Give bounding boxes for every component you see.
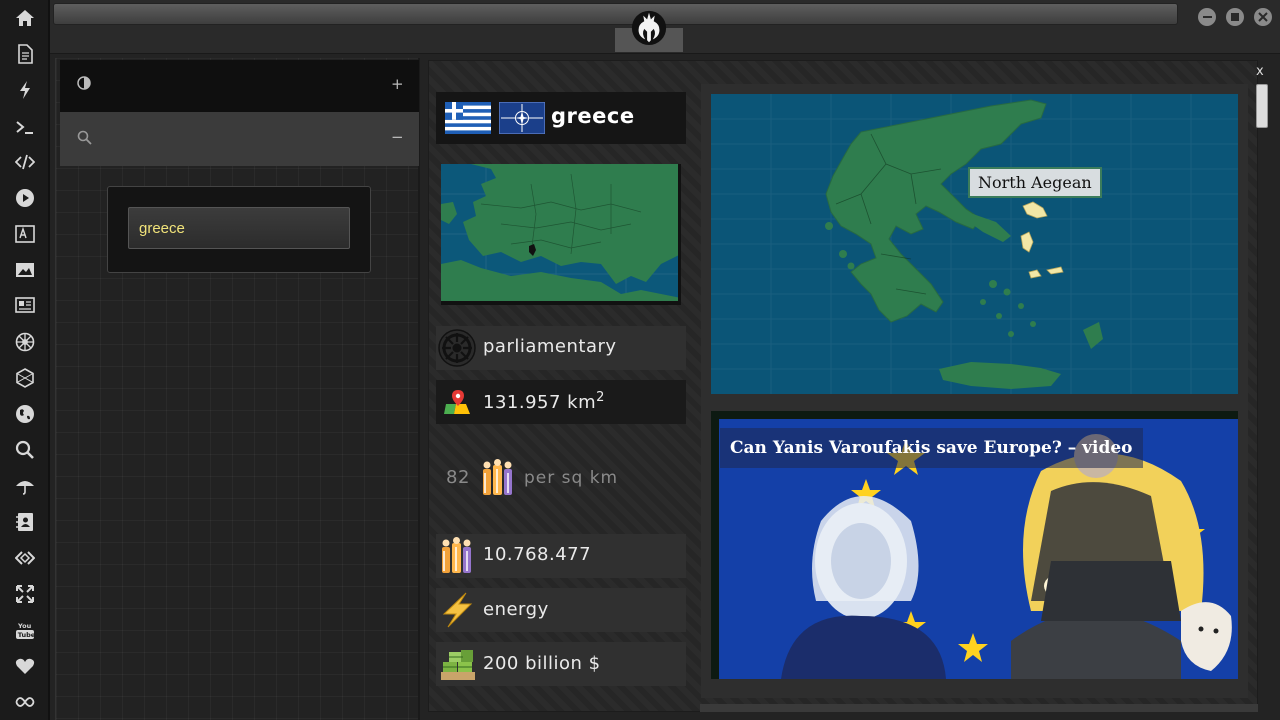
newspaper-icon[interactable] <box>12 292 38 318</box>
gdp-value: 200 billion $ <box>483 653 601 674</box>
rebel-alliance-icon <box>631 10 667 46</box>
add-button[interactable]: + <box>391 75 404 93</box>
umbrella-icon[interactable] <box>12 473 38 499</box>
greece-flag <box>445 102 491 134</box>
bolt-icon[interactable] <box>12 77 38 103</box>
search-box <box>107 186 371 273</box>
close-icon[interactable] <box>1254 8 1272 26</box>
hexagon-icon[interactable] <box>12 365 38 391</box>
globe-icon[interactable] <box>12 401 38 427</box>
search-row: − <box>60 112 419 166</box>
code-diamond-icon[interactable] <box>12 545 38 571</box>
density-number: 82 <box>446 467 470 488</box>
app-sidebar: You Tube <box>0 0 50 720</box>
theme-row: + <box>60 60 419 112</box>
top-bar <box>50 0 1280 54</box>
nato-flag <box>499 102 545 134</box>
code-icon[interactable] <box>12 149 38 175</box>
contrast-icon[interactable] <box>77 76 91 94</box>
country-search-input[interactable] <box>128 207 350 249</box>
area-exponent: 2 <box>596 390 605 405</box>
contacts-icon[interactable] <box>12 509 38 535</box>
population-card: 10.768.477 <box>436 534 686 578</box>
infinity-icon[interactable] <box>12 689 38 715</box>
area-number: 131.957 km <box>483 392 597 413</box>
money-stack-icon <box>441 650 475 680</box>
terminal-icon[interactable] <box>12 114 38 140</box>
gdp-card: 200 billion $ <box>436 642 686 686</box>
energy-bolt-icon <box>442 592 473 628</box>
home-icon[interactable] <box>12 5 38 31</box>
minimize-icon[interactable] <box>1198 8 1216 26</box>
resource-card: energy <box>436 588 686 632</box>
search-icon[interactable] <box>12 437 38 463</box>
video-title: Can Yanis Varoufakis save Europe? – vide… <box>720 428 1143 468</box>
resource-value: energy <box>483 599 549 620</box>
europe-minimap[interactable] <box>441 164 681 305</box>
svg-text:Tube: Tube <box>18 631 35 639</box>
search-icon[interactable] <box>77 130 92 149</box>
maximize-icon[interactable] <box>1226 8 1244 26</box>
country-header: greece <box>436 92 686 144</box>
map-pin-icon <box>444 390 470 414</box>
heart-icon[interactable] <box>12 653 38 679</box>
document-icon[interactable] <box>12 41 38 67</box>
translate-icon[interactable] <box>12 221 38 247</box>
panel-bottom-strip <box>700 704 1258 712</box>
galactic-empire-icon <box>438 329 476 367</box>
expand-icon[interactable] <box>12 581 38 607</box>
image-icon[interactable] <box>12 257 38 283</box>
youtube-icon[interactable]: You Tube <box>12 617 38 643</box>
people-icon <box>442 537 471 573</box>
scrollbar[interactable] <box>1256 84 1268 128</box>
collapse-button[interactable]: − <box>391 128 404 146</box>
government-type: parliamentary <box>483 336 617 357</box>
population-value: 10.768.477 <box>483 544 592 565</box>
density-unit: per sq km <box>524 468 619 488</box>
galactic-empire-icon[interactable] <box>12 329 38 355</box>
country-name: greece <box>551 104 635 128</box>
svg-text:You: You <box>17 622 32 630</box>
greece-region-map[interactable] <box>711 94 1238 394</box>
government-card: parliamentary <box>436 326 686 370</box>
area-card: 131.957 km2 <box>436 380 686 424</box>
region-tooltip: North Aegean <box>968 167 1102 198</box>
logo-tab[interactable] <box>615 0 683 52</box>
people-icon <box>483 459 512 495</box>
play-icon[interactable] <box>12 185 38 211</box>
search-panel: + − <box>55 58 420 720</box>
area-value: 131.957 km2 <box>483 390 605 413</box>
panel-close-button[interactable]: x <box>1256 64 1264 79</box>
